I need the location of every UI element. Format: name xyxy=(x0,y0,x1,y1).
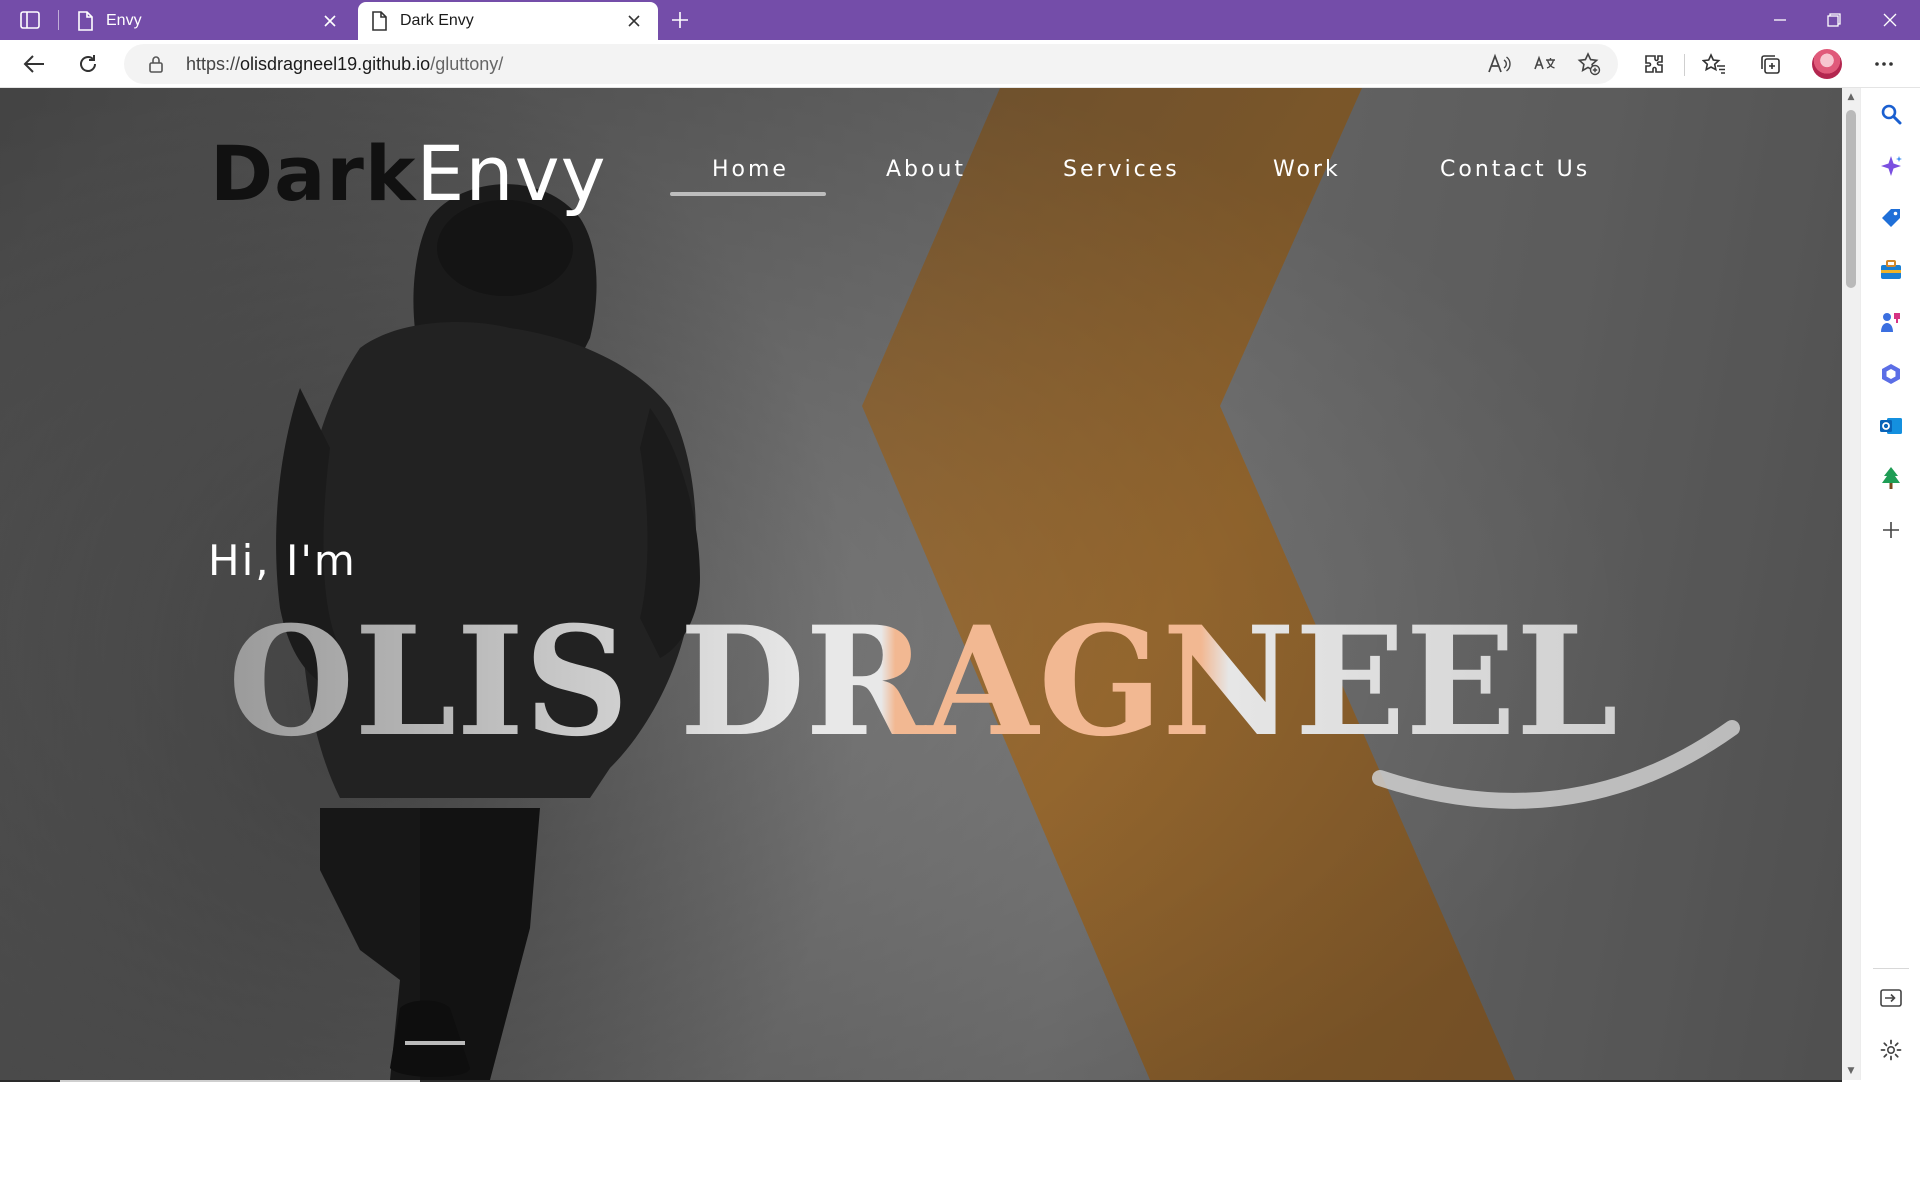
tab-dark-envy[interactable]: Dark Envy xyxy=(358,2,658,40)
window-close-icon[interactable] xyxy=(1862,0,1918,40)
scroll-up-icon[interactable]: ▲ xyxy=(1846,92,1856,102)
tab-title: Envy xyxy=(106,12,142,29)
browser-window: Envy Dark Envy https://olisdragneel19.gi… xyxy=(0,0,1920,1182)
tools-icon[interactable] xyxy=(1877,256,1905,284)
tree-icon[interactable] xyxy=(1877,464,1905,492)
lock-icon[interactable] xyxy=(146,54,166,74)
add-icon[interactable] xyxy=(1877,516,1905,544)
toolbar-separator xyxy=(1684,54,1685,76)
read-aloud-icon[interactable] xyxy=(1484,50,1514,78)
restore-icon[interactable] xyxy=(1806,0,1862,40)
tab-strip: Envy Dark Envy xyxy=(0,0,1920,40)
new-tab-icon[interactable] xyxy=(664,4,696,36)
browser-toolbar: https://olisdragneel19.github.io/glutton… xyxy=(0,40,1920,88)
tab-actions-icon[interactable] xyxy=(14,4,46,36)
close-icon[interactable] xyxy=(622,9,646,33)
hero-name-graphic: OLIS DRAGNEEL xyxy=(228,594,1740,809)
address-bar[interactable]: https://olisdragneel19.github.io/glutton… xyxy=(124,44,1618,84)
tab-title: Dark Envy xyxy=(400,12,474,29)
outlook-icon[interactable] xyxy=(1877,412,1905,440)
hide-sidebar-icon[interactable] xyxy=(1877,984,1905,1012)
url-path: /gluttony/ xyxy=(430,54,504,74)
hero-name: OLIS DRAGNEEL xyxy=(228,594,1618,770)
scroll-down-icon[interactable]: ▼ xyxy=(1846,1066,1856,1076)
close-icon[interactable] xyxy=(318,9,342,33)
minimize-icon[interactable] xyxy=(1752,0,1808,40)
games-icon[interactable] xyxy=(1877,308,1905,336)
page-viewport: DarkEnvy Home About Services Work Contac… xyxy=(0,88,1842,1080)
collections-icon[interactable] xyxy=(1752,46,1788,82)
tab-divider xyxy=(58,10,59,30)
back-icon[interactable] xyxy=(16,46,52,82)
sidebar-separator xyxy=(1873,968,1909,969)
more-options-icon[interactable] xyxy=(1866,46,1902,82)
add-favorite-icon[interactable] xyxy=(1574,50,1604,78)
url-host: olisdragneel19.github.io xyxy=(240,54,431,74)
shopping-tag-icon[interactable] xyxy=(1877,204,1905,232)
search-icon[interactable] xyxy=(1877,100,1905,128)
settings-gear-icon[interactable] xyxy=(1877,1036,1905,1064)
microsoft-365-icon[interactable] xyxy=(1877,360,1905,388)
page-bottom-area xyxy=(0,1080,1920,1182)
url-scheme: https:// xyxy=(186,54,241,74)
translate-icon[interactable] xyxy=(1530,50,1560,78)
refresh-icon[interactable] xyxy=(70,46,106,82)
profile-avatar[interactable] xyxy=(1812,49,1842,79)
bottom-edge-highlight xyxy=(60,1080,420,1082)
page-icon xyxy=(372,11,387,31)
url-text[interactable]: https://olisdragneel19.github.io/glutton… xyxy=(186,44,503,84)
copilot-sparkle-icon[interactable] xyxy=(1877,152,1905,180)
tab-envy[interactable]: Envy xyxy=(64,2,354,40)
browser-sidebar xyxy=(1860,88,1920,1080)
page-scrollbar[interactable]: ▲ ▼ xyxy=(1842,88,1860,1080)
extensions-icon[interactable] xyxy=(1636,46,1672,82)
page-icon xyxy=(78,11,93,31)
scroll-thumb[interactable] xyxy=(1846,110,1856,288)
favorites-icon[interactable] xyxy=(1696,46,1732,82)
